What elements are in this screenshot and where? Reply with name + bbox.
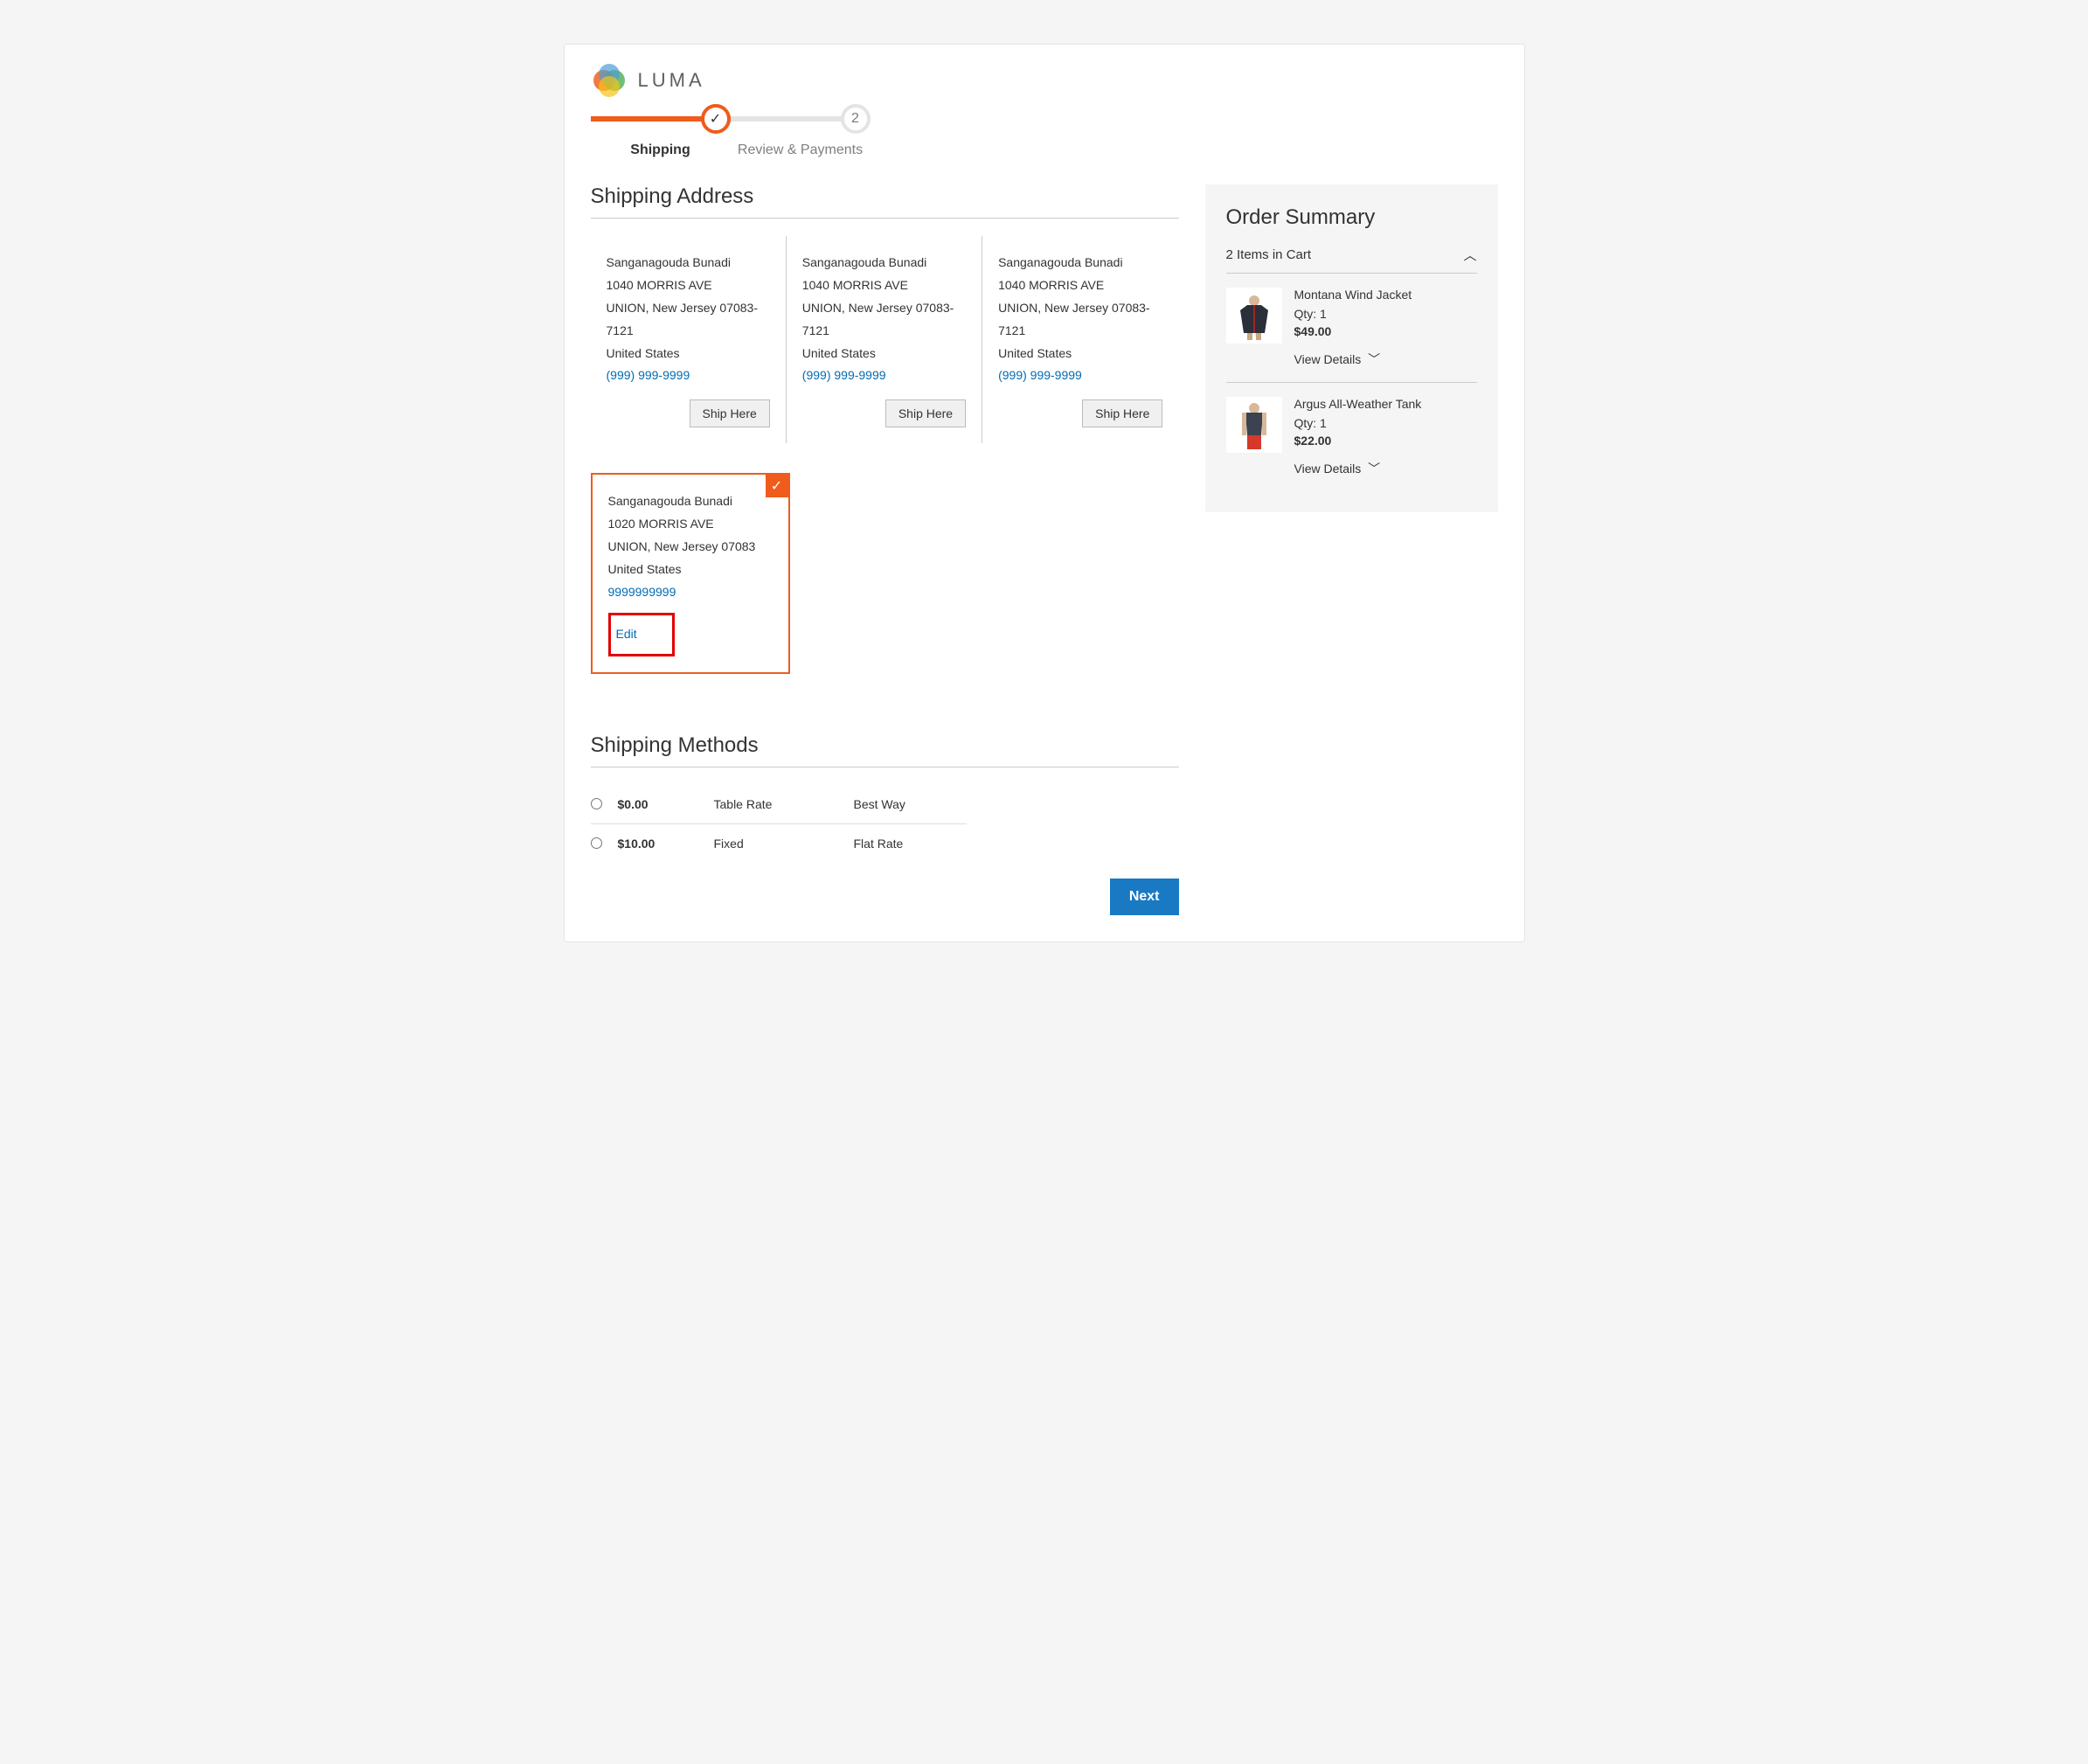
edit-address-link[interactable]: Edit: [616, 621, 646, 649]
address-city: UNION, New Jersey 07083: [608, 536, 773, 559]
item-price: $22.00: [1294, 434, 1477, 448]
ship-here-button[interactable]: Ship Here: [885, 399, 966, 427]
progress-step-shipping: ✓: [701, 104, 731, 134]
method-carrier: Fixed: [714, 837, 854, 851]
address-phone[interactable]: 9999999999: [608, 581, 773, 604]
address-card: Sanganagouda Bunadi 1040 MORRIS AVE UNIO…: [591, 236, 787, 443]
shipping-method-row[interactable]: $10.00 Fixed Flat Rate: [591, 824, 967, 863]
view-details-label: View Details: [1294, 462, 1362, 476]
edit-highlight-box: Edit: [608, 613, 675, 656]
address-city: UNION, New Jersey 07083-7121: [802, 297, 966, 343]
method-title: Best Way: [854, 797, 905, 811]
item-price: $49.00: [1294, 324, 1477, 338]
order-summary-sidebar: Order Summary 2 Items in Cart ︿: [1205, 184, 1498, 915]
step-number: 2: [851, 111, 859, 127]
product-thumbnail: [1226, 397, 1282, 453]
step-label-review: Review & Payments: [731, 142, 871, 158]
shipping-address-heading: Shipping Address: [591, 184, 1179, 219]
address-country: United States: [802, 343, 966, 365]
selected-check-icon: ✓: [766, 475, 788, 497]
shipping-methods-heading: Shipping Methods: [591, 733, 1179, 767]
address-name: Sanganagouda Bunadi: [802, 252, 966, 274]
product-thumbnail: [1226, 288, 1282, 344]
method-title: Flat Rate: [854, 837, 904, 851]
step-label-shipping: Shipping: [591, 142, 731, 158]
address-phone[interactable]: (999) 999-9999: [802, 365, 966, 387]
progress-step-review: 2: [841, 104, 871, 134]
check-icon: ✓: [710, 110, 721, 128]
brand-name: LUMA: [638, 69, 705, 92]
address-phone[interactable]: (999) 999-9999: [998, 365, 1162, 387]
address-street: 1040 MORRIS AVE: [607, 274, 770, 297]
address-phone[interactable]: (999) 999-9999: [607, 365, 770, 387]
shipping-addresses-list: Sanganagouda Bunadi 1040 MORRIS AVE UNIO…: [591, 236, 1179, 698]
address-street: 1040 MORRIS AVE: [802, 274, 966, 297]
view-details-label: View Details: [1294, 352, 1362, 366]
address-street: 1040 MORRIS AVE: [998, 274, 1162, 297]
chevron-down-icon: ﹀: [1368, 460, 1380, 477]
shipping-method-radio[interactable]: [591, 798, 602, 809]
address-country: United States: [608, 559, 773, 581]
cart-item: Argus All-Weather Tank Qty: 1 $22.00 Vie…: [1226, 383, 1477, 491]
checkout-progress: ✓ 2 Shipping Review & Payments: [591, 116, 1498, 158]
address-country: United States: [607, 343, 770, 365]
method-carrier: Table Rate: [714, 797, 854, 811]
progress-track: ✓ 2: [591, 116, 871, 122]
item-qty: Qty: 1: [1294, 307, 1477, 321]
shipping-methods-section: Shipping Methods $0.00 Table Rate Best W…: [591, 733, 1179, 915]
checkout-main: Shipping Address Sanganagouda Bunadi 104…: [591, 184, 1179, 915]
ship-here-button[interactable]: Ship Here: [1082, 399, 1162, 427]
address-card: Sanganagouda Bunadi 1040 MORRIS AVE UNIO…: [787, 236, 982, 443]
shipping-method-row[interactable]: $0.00 Table Rate Best Way: [591, 785, 967, 824]
view-details-toggle[interactable]: View Details ﹀: [1294, 460, 1477, 477]
chevron-up-icon: ︿: [1463, 246, 1476, 264]
chevron-down-icon: ﹀: [1368, 351, 1380, 368]
cart-items-toggle[interactable]: 2 Items in Cart ︿: [1226, 246, 1477, 274]
cart-count-label: 2 Items in Cart: [1226, 247, 1312, 262]
method-price: $0.00: [618, 797, 714, 811]
item-name: Montana Wind Jacket: [1294, 288, 1477, 302]
address-card-selected: ✓ Sanganagouda Bunadi 1020 MORRIS AVE UN…: [591, 473, 790, 673]
checkout-page: LUMA ✓ 2 Shipping Review & Payments Ship…: [564, 44, 1525, 942]
method-price: $10.00: [618, 837, 714, 851]
item-name: Argus All-Weather Tank: [1294, 397, 1477, 411]
item-qty: Qty: 1: [1294, 416, 1477, 430]
ship-here-button[interactable]: Ship Here: [690, 399, 770, 427]
step-labels: Shipping Review & Payments: [591, 142, 871, 158]
address-name: Sanganagouda Bunadi: [608, 490, 773, 513]
address-street: 1020 MORRIS AVE: [608, 513, 773, 536]
cart-item: Montana Wind Jacket Qty: 1 $49.00 View D…: [1226, 274, 1477, 383]
next-button[interactable]: Next: [1110, 879, 1179, 915]
address-name: Sanganagouda Bunadi: [607, 252, 770, 274]
order-summary-box: Order Summary 2 Items in Cart ︿: [1205, 184, 1498, 512]
address-city: UNION, New Jersey 07083-7121: [607, 297, 770, 343]
order-summary-title: Order Summary: [1226, 205, 1477, 230]
address-name: Sanganagouda Bunadi: [998, 252, 1162, 274]
shipping-method-radio[interactable]: [591, 837, 602, 849]
address-city: UNION, New Jersey 07083-7121: [998, 297, 1162, 343]
address-card: Sanganagouda Bunadi 1040 MORRIS AVE UNIO…: [982, 236, 1178, 443]
address-country: United States: [998, 343, 1162, 365]
view-details-toggle[interactable]: View Details ﹀: [1294, 351, 1477, 368]
header-logo-row: LUMA: [591, 62, 1498, 99]
luma-logo-icon: [591, 62, 628, 99]
